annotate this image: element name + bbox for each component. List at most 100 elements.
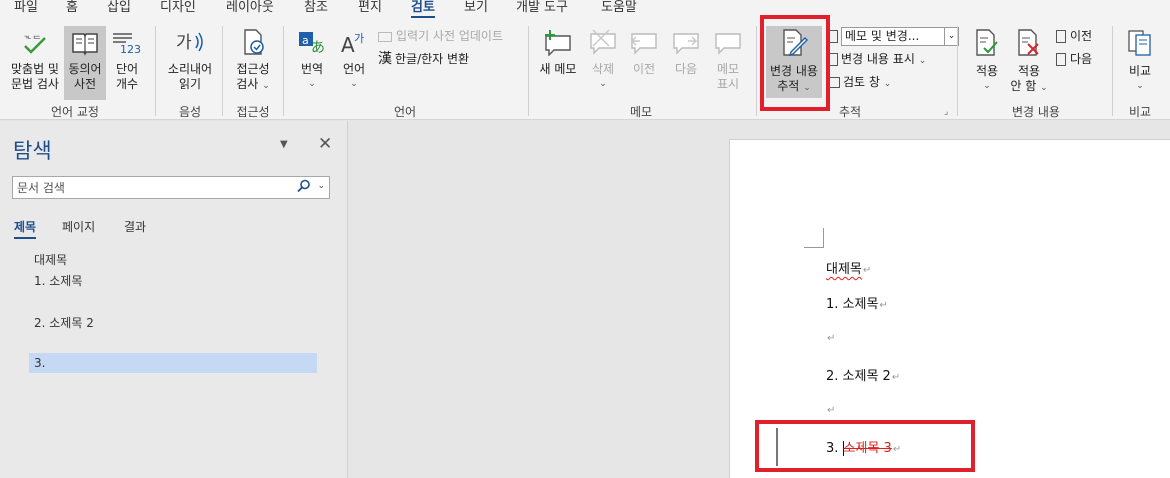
delete-comment-button[interactable]: 삭제 ⌄: [584, 28, 622, 92]
svg-text:가: 가: [354, 32, 364, 45]
tab-file[interactable]: 파일: [14, 0, 38, 20]
markup-display-dropdown[interactable]: 메모 및 변경... ⌄: [828, 27, 959, 46]
show-comments-icon: [715, 33, 741, 55]
changes-group-label: 변경 내용: [1012, 105, 1060, 119]
next-change-button[interactable]: 다음: [1056, 50, 1092, 68]
heading-item-1[interactable]: 1. 소제목: [34, 272, 82, 289]
reviewing-pane-label: 검토 창: [843, 75, 880, 89]
show-markup-button[interactable]: 변경 내용 표시 ⌄: [828, 50, 926, 70]
accessibility-group-label: 접근성: [236, 105, 270, 119]
tracking-dialog-launcher-icon[interactable]: ⌟: [944, 107, 948, 117]
show-comments-label-2: 표시: [716, 77, 740, 91]
translate-label: 번역: [300, 62, 324, 76]
close-icon[interactable]: ✕: [318, 134, 332, 154]
thesaurus-button[interactable]: 동의어 사전: [64, 26, 106, 100]
read-aloud-label-1: 소리내어: [167, 62, 213, 76]
wordcount-label-1: 단어: [115, 62, 139, 76]
reject-change-button[interactable]: 적용 안 함 ⌄: [1010, 28, 1048, 96]
separator: [155, 26, 156, 116]
heading-item-2[interactable]: 2. 소제목 2: [34, 314, 94, 331]
search-input[interactable]: [13, 177, 283, 198]
new-comment-button[interactable]: 새 메모: [536, 28, 580, 77]
paragraph-mark: ↵: [827, 333, 836, 344]
language-label: 언어: [342, 62, 366, 76]
show-comments-label-1: 메모: [716, 62, 740, 76]
markup-select-value[interactable]: 메모 및 변경...: [841, 27, 945, 46]
check-accessibility-button[interactable]: 접근성 검사 ⌄: [230, 28, 276, 94]
search-icon[interactable]: [297, 179, 311, 193]
accept-change-button[interactable]: 적용 ⌄: [968, 28, 1006, 94]
tab-references[interactable]: 참조: [304, 0, 328, 20]
keyboard-icon: [378, 31, 392, 42]
tab-mailings[interactable]: 편지: [358, 0, 382, 20]
separator: [957, 26, 958, 116]
heading-item-title[interactable]: 대제목: [34, 251, 67, 268]
spelling-check-icon: ᆨᆫᆮ: [23, 30, 46, 54]
next-comment-label: 다음: [674, 62, 698, 76]
separator: [222, 26, 223, 116]
next-change-label: 다음: [1070, 52, 1093, 66]
heading-item-3[interactable]: 3.: [29, 353, 317, 373]
tab-home[interactable]: 홈: [66, 0, 78, 20]
word-count-button[interactable]: 123 단어 개수: [108, 28, 146, 92]
reject-label-2: 안 함 ⌄: [1010, 79, 1048, 93]
speech-group-label: 음성: [178, 105, 202, 119]
doc-empty-line[interactable]: ↵: [826, 330, 835, 345]
doc-item-2[interactable]: 2. 소제목 2↵: [826, 365, 900, 384]
accept-chevron-icon: ⌄: [983, 81, 991, 91]
accessibility-label-1: 접근성: [236, 62, 270, 76]
tab-layout[interactable]: 레이아웃: [226, 0, 274, 20]
translate-chevron-icon: ⌄: [308, 79, 316, 89]
nav-options-chevron-icon[interactable]: ▼: [280, 139, 288, 150]
document-page[interactable]: 대제목↵ 1. 소제목↵ ↵ 2. 소제목 2↵ ↵ 3. 소제목 3↵: [729, 139, 1170, 478]
nav-tab-results[interactable]: 결과: [124, 218, 146, 235]
doc-item-1[interactable]: 1. 소제목↵: [826, 293, 888, 312]
show-markup-label: 변경 내용 표시: [841, 52, 915, 66]
new-comment-icon: [545, 30, 571, 57]
nav-tab-headings[interactable]: 제목: [14, 218, 37, 239]
new-comment-label: 새 메모: [539, 62, 577, 76]
thesaurus-label-2: 사전: [73, 77, 97, 91]
language-button[interactable]: A 가 언어 ⌄: [336, 28, 372, 92]
book-icon: [72, 33, 98, 56]
search-options-chevron-icon[interactable]: ⌄: [317, 181, 325, 191]
hanja-label: 한글/한자 변환: [395, 52, 470, 66]
reject-label-1: 적용: [1017, 64, 1041, 78]
tab-help[interactable]: 도움말: [601, 0, 637, 20]
tab-design[interactable]: 디자인: [160, 0, 196, 20]
tab-insert[interactable]: 삽입: [107, 0, 131, 20]
next-comment-button[interactable]: 다음: [668, 28, 704, 77]
previous-comment-button[interactable]: 이전: [626, 28, 662, 77]
next-change-icon: [1056, 53, 1066, 66]
word-count-icon: 123: [113, 33, 141, 56]
reviewing-pane-button[interactable]: 검토 창 ⌄: [828, 73, 891, 93]
next-comment-icon: [673, 33, 699, 55]
tab-view[interactable]: 보기: [464, 0, 488, 20]
translate-button[interactable]: a あ 번역 ⌄: [292, 28, 332, 92]
compare-button[interactable]: 비교 ⌄: [1120, 28, 1160, 94]
compare-label: 비교: [1128, 64, 1152, 78]
svg-text:A: A: [341, 33, 355, 56]
tab-review[interactable]: 검토: [411, 0, 435, 20]
tab-developer[interactable]: 개발 도구: [516, 0, 568, 20]
compare-chevron-icon: ⌄: [1136, 81, 1144, 91]
ime-dictionary-update-button[interactable]: 입력기 사전 업데이트: [378, 27, 503, 45]
paragraph-mark: ↵: [879, 300, 888, 311]
svg-text:가: 가: [176, 33, 192, 53]
doc-title-line[interactable]: 대제목↵: [826, 258, 871, 277]
doc-empty-line[interactable]: ↵: [826, 402, 835, 417]
nav-pane-title: 탐색: [13, 139, 52, 163]
show-comments-button[interactable]: 메모 표시: [710, 28, 746, 92]
word-count-badge: 123: [120, 43, 141, 56]
read-aloud-label-2: 읽기: [178, 77, 202, 91]
doc-item-2-text: 2. 소제목 2: [826, 369, 891, 384]
document-area: 대제목↵ 1. 소제목↵ ↵ 2. 소제목 2↵ ↵ 3. 소제목 3↵: [349, 121, 1170, 478]
hanja-conversion-button[interactable]: 漢 한글/한자 변환: [378, 50, 469, 68]
separator: [1112, 26, 1113, 116]
nav-tab-pages[interactable]: 페이지: [62, 218, 95, 235]
paragraph-mark: ↵: [862, 265, 872, 276]
previous-change-button[interactable]: 이전: [1056, 27, 1092, 45]
delete-chevron-icon: ⌄: [599, 79, 607, 89]
spelling-grammar-button[interactable]: ᆨᆫᆮ 맞춤법 및 문법 검사: [6, 28, 64, 92]
read-aloud-button[interactable]: 가 소리내어 읽기: [164, 28, 216, 92]
